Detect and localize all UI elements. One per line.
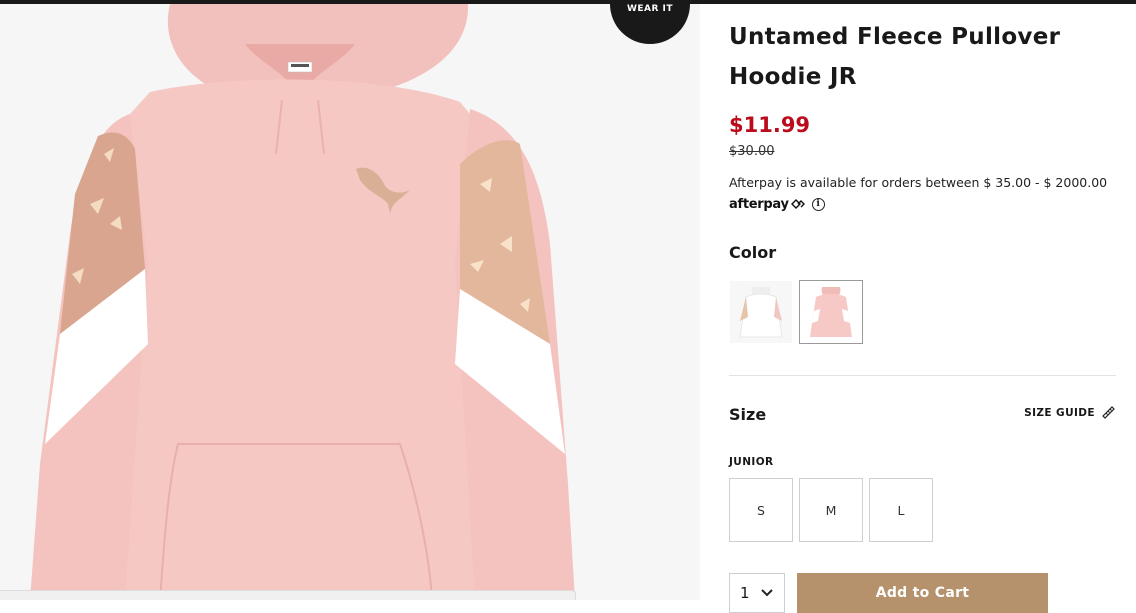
chevron-down-icon — [760, 589, 773, 597]
afterpay-row: afterpay i — [729, 195, 825, 213]
image-overlay-bar — [0, 590, 576, 600]
pink-hoodie-thumbnail — [800, 281, 862, 343]
product-image[interactable] — [0, 4, 700, 600]
color-label: Color — [729, 243, 777, 262]
afterpay-message: Afterpay is available for orders between… — [729, 175, 1108, 190]
size-guide-label: SIZE GUIDE — [1024, 406, 1095, 419]
size-option-s[interactable]: S — [729, 478, 793, 542]
quantity-value: 1 — [740, 584, 750, 602]
info-icon[interactable]: i — [811, 197, 825, 211]
product-title: Untamed Fleece Pullover Hoodie JR — [729, 24, 1061, 90]
section-divider — [729, 375, 1116, 376]
afterpay-logo: afterpay — [729, 196, 789, 212]
afterpay-arrows-icon — [790, 199, 805, 209]
add-to-cart-button[interactable]: Add to Cart — [797, 573, 1048, 613]
wear-it-label: WEAR IT — [626, 4, 674, 14]
size-label: Size — [729, 405, 767, 424]
white-hoodie-thumbnail — [730, 281, 792, 343]
size-option-m[interactable]: M — [799, 478, 863, 542]
size-guide-link[interactable]: SIZE GUIDE — [1024, 405, 1116, 420]
color-swatch-white[interactable] — [729, 280, 793, 344]
add-to-cart-label: Add to Cart — [875, 585, 970, 601]
product-image-gallery[interactable]: WEAR IT — [0, 4, 700, 600]
size-option-l[interactable]: L — [869, 478, 933, 542]
size-group-label: JUNIOR — [729, 456, 774, 468]
sale-price: $11.99 — [729, 113, 811, 137]
quantity-select[interactable]: 1 — [729, 573, 785, 613]
product-details-panel: Untamed Fleece Pullover Hoodie JR $11.99… — [729, 0, 1116, 613]
color-swatch-pink[interactable] — [799, 280, 863, 344]
ruler-icon — [1102, 406, 1115, 419]
original-price: $30.00 — [729, 144, 775, 159]
